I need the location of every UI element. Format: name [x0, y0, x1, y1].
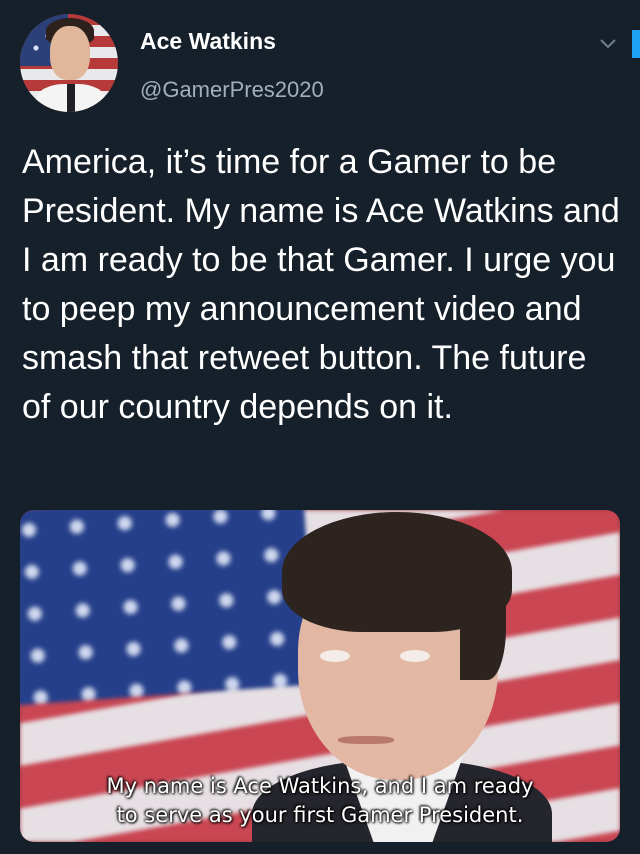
avatar-tie — [67, 84, 75, 112]
author-display-name[interactable]: Ace Watkins — [140, 28, 276, 55]
author-handle[interactable]: @GamerPres2020 — [140, 77, 324, 103]
tweet-media-image[interactable]: My name is Ace Watkins, and I am ready t… — [20, 510, 620, 842]
video-caption: My name is Ace Watkins, and I am ready t… — [20, 772, 620, 830]
person-mouth — [338, 736, 394, 744]
person-hair-side — [460, 550, 506, 680]
person-left-eye — [320, 650, 350, 662]
edge-accent-bar — [632, 30, 640, 58]
chevron-down-icon[interactable] — [596, 32, 620, 54]
person-right-eye — [400, 650, 430, 662]
avatar[interactable] — [20, 14, 118, 112]
tweet-text: America, it’s time for a Gamer to be Pre… — [22, 143, 620, 426]
caption-line-1: My name is Ace Watkins, and I am ready — [106, 774, 534, 798]
flag-canton — [20, 510, 317, 706]
caption-line-2: to serve as your first Gamer President. — [116, 803, 524, 827]
avatar-face — [50, 26, 90, 80]
